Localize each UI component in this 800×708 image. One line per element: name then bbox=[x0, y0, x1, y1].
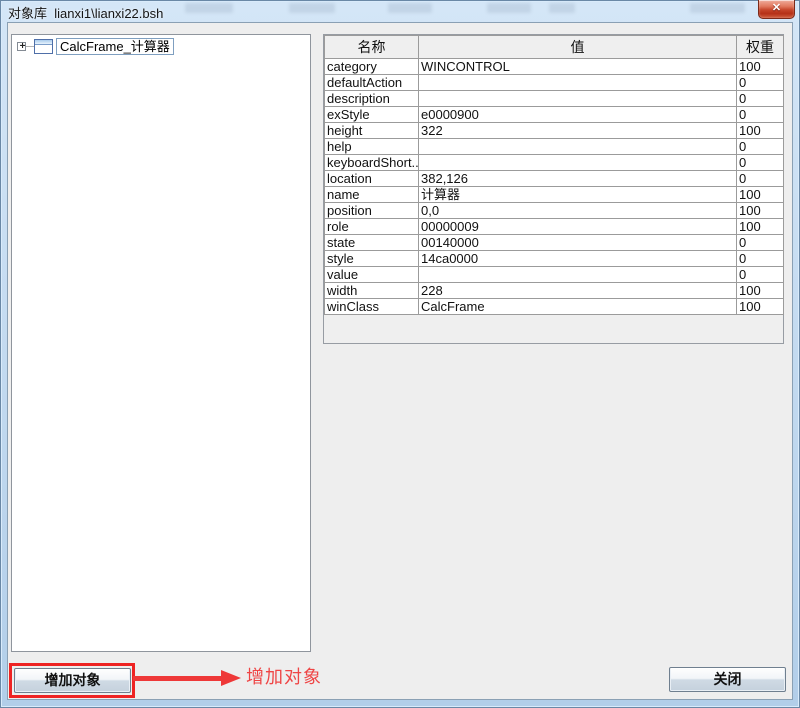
object-tree-panel: + CalcFrame_计算器 bbox=[11, 34, 311, 652]
table-row[interactable]: description 0 bbox=[324, 90, 784, 107]
table-row[interactable]: defaultAction 0 bbox=[324, 74, 784, 91]
table-row[interactable]: position 0,0 100 bbox=[324, 202, 784, 219]
header-name[interactable]: 名称 bbox=[324, 35, 419, 59]
property-weight-cell[interactable]: 100 bbox=[736, 282, 784, 299]
property-name-cell[interactable]: value bbox=[324, 266, 419, 283]
titlebar-ghost-artifact bbox=[289, 3, 335, 13]
titlebar[interactable]: 对象库 lianxi1\lianxi22.bsh ✕ bbox=[0, 0, 800, 22]
property-value-cell[interactable] bbox=[418, 90, 737, 107]
property-weight-cell[interactable]: 100 bbox=[736, 122, 784, 139]
table-row[interactable]: state 00140000 0 bbox=[324, 234, 784, 251]
property-value-cell[interactable] bbox=[418, 138, 737, 155]
property-value-cell[interactable]: WINCONTROL bbox=[418, 58, 737, 75]
property-value-cell[interactable]: CalcFrame bbox=[418, 298, 737, 315]
property-name-cell[interactable]: style bbox=[324, 250, 419, 267]
table-row[interactable]: location 382,126 0 bbox=[324, 170, 784, 187]
window-title: 对象库 lianxi1\lianxi22.bsh bbox=[8, 6, 164, 21]
property-weight-cell[interactable]: 0 bbox=[736, 74, 784, 91]
dialog-window: 对象库 lianxi1\lianxi22.bsh ✕ + CalcFrame_计… bbox=[0, 0, 800, 708]
property-value-cell[interactable]: e0000900 bbox=[418, 106, 737, 123]
property-value-cell[interactable] bbox=[418, 266, 737, 283]
annotation-label: 增加对象 bbox=[246, 667, 322, 687]
titlebar-ghost-artifact bbox=[388, 3, 432, 13]
property-name-cell[interactable]: description bbox=[324, 90, 419, 107]
expand-icon[interactable]: + bbox=[17, 41, 26, 52]
table-header-row: 名称 值 权重 bbox=[324, 35, 784, 59]
property-weight-cell[interactable]: 100 bbox=[736, 58, 784, 75]
table-row[interactable]: style 14ca0000 0 bbox=[324, 250, 784, 267]
property-weight-cell[interactable]: 100 bbox=[736, 202, 784, 219]
table-row[interactable]: name 计算器 100 bbox=[324, 186, 784, 203]
table-row[interactable]: role 00000009 100 bbox=[324, 218, 784, 235]
close-dialog-button[interactable]: 关闭 bbox=[669, 667, 786, 692]
table-row[interactable]: keyboardShort... 0 bbox=[324, 154, 784, 171]
property-value-cell[interactable]: 计算器 bbox=[418, 186, 737, 203]
property-name-cell[interactable]: defaultAction bbox=[324, 74, 419, 91]
property-weight-cell[interactable]: 0 bbox=[736, 90, 784, 107]
tree-item-label[interactable]: CalcFrame_计算器 bbox=[56, 38, 174, 55]
property-weight-cell[interactable]: 100 bbox=[736, 218, 784, 235]
table-row[interactable]: value 0 bbox=[324, 266, 784, 283]
property-name-cell[interactable]: position bbox=[324, 202, 419, 219]
property-name-cell[interactable]: exStyle bbox=[324, 106, 419, 123]
property-table: 名称 值 权重 category WINCONTROL 100 defaultA… bbox=[324, 35, 784, 315]
property-weight-cell[interactable]: 100 bbox=[736, 298, 784, 315]
property-name-cell[interactable]: role bbox=[324, 218, 419, 235]
property-weight-cell[interactable]: 0 bbox=[736, 154, 784, 171]
property-name-cell[interactable]: name bbox=[324, 186, 419, 203]
property-value-cell[interactable]: 0,0 bbox=[418, 202, 737, 219]
header-weight[interactable]: 权重 bbox=[736, 35, 784, 59]
header-value[interactable]: 值 bbox=[418, 35, 737, 59]
annotation-arrow-line bbox=[133, 676, 221, 681]
property-weight-cell[interactable]: 0 bbox=[736, 170, 784, 187]
property-name-cell[interactable]: location bbox=[324, 170, 419, 187]
titlebar-ghost-artifact bbox=[690, 3, 745, 13]
property-name-cell[interactable]: state bbox=[324, 234, 419, 251]
property-value-cell[interactable]: 228 bbox=[418, 282, 737, 299]
property-name-cell[interactable]: winClass bbox=[324, 298, 419, 315]
property-value-cell[interactable]: 00000009 bbox=[418, 218, 737, 235]
property-value-cell[interactable]: 382,126 bbox=[418, 170, 737, 187]
window-object-icon bbox=[34, 39, 53, 54]
property-weight-cell[interactable]: 0 bbox=[736, 138, 784, 155]
annotation-arrow-icon bbox=[221, 670, 241, 686]
property-weight-cell[interactable]: 0 bbox=[736, 106, 784, 123]
table-row[interactable]: height 322 100 bbox=[324, 122, 784, 139]
property-weight-cell[interactable]: 0 bbox=[736, 234, 784, 251]
property-value-cell[interactable]: 322 bbox=[418, 122, 737, 139]
window-close-button[interactable]: ✕ bbox=[758, 0, 795, 19]
property-name-cell[interactable]: keyboardShort... bbox=[324, 154, 419, 171]
property-value-cell[interactable] bbox=[418, 74, 737, 91]
property-value-cell[interactable]: 00140000 bbox=[418, 234, 737, 251]
close-icon: ✕ bbox=[771, 2, 782, 14]
plus-glyph: + bbox=[19, 41, 26, 52]
property-table-body: category WINCONTROL 100 defaultAction 0 … bbox=[324, 58, 784, 315]
table-row[interactable]: width 228 100 bbox=[324, 282, 784, 299]
property-weight-cell[interactable]: 0 bbox=[736, 250, 784, 267]
property-value-cell[interactable] bbox=[418, 154, 737, 171]
table-row[interactable]: help 0 bbox=[324, 138, 784, 155]
titlebar-ghost-artifact bbox=[185, 3, 233, 13]
table-row[interactable]: winClass CalcFrame 100 bbox=[324, 298, 784, 315]
titlebar-ghost-artifact bbox=[549, 3, 575, 13]
property-name-cell[interactable]: width bbox=[324, 282, 419, 299]
property-weight-cell[interactable]: 100 bbox=[736, 186, 784, 203]
window-object-icon-titlebar bbox=[35, 40, 52, 45]
titlebar-ghost-artifact bbox=[487, 3, 531, 13]
tree-connector-line bbox=[26, 46, 34, 47]
property-name-cell[interactable]: height bbox=[324, 122, 419, 139]
property-table-panel: 名称 值 权重 category WINCONTROL 100 defaultA… bbox=[323, 34, 784, 344]
add-object-button[interactable]: 增加对象 bbox=[14, 668, 131, 693]
property-name-cell[interactable]: category bbox=[324, 58, 419, 75]
dialog-content: + CalcFrame_计算器 名称 值 权重 category WINCONT… bbox=[7, 22, 793, 700]
tree-item-calcframe[interactable]: + CalcFrame_计算器 bbox=[17, 38, 174, 55]
table-row[interactable]: exStyle e0000900 0 bbox=[324, 106, 784, 123]
property-value-cell[interactable]: 14ca0000 bbox=[418, 250, 737, 267]
property-name-cell[interactable]: help bbox=[324, 138, 419, 155]
table-row[interactable]: category WINCONTROL 100 bbox=[324, 58, 784, 75]
property-weight-cell[interactable]: 0 bbox=[736, 266, 784, 283]
